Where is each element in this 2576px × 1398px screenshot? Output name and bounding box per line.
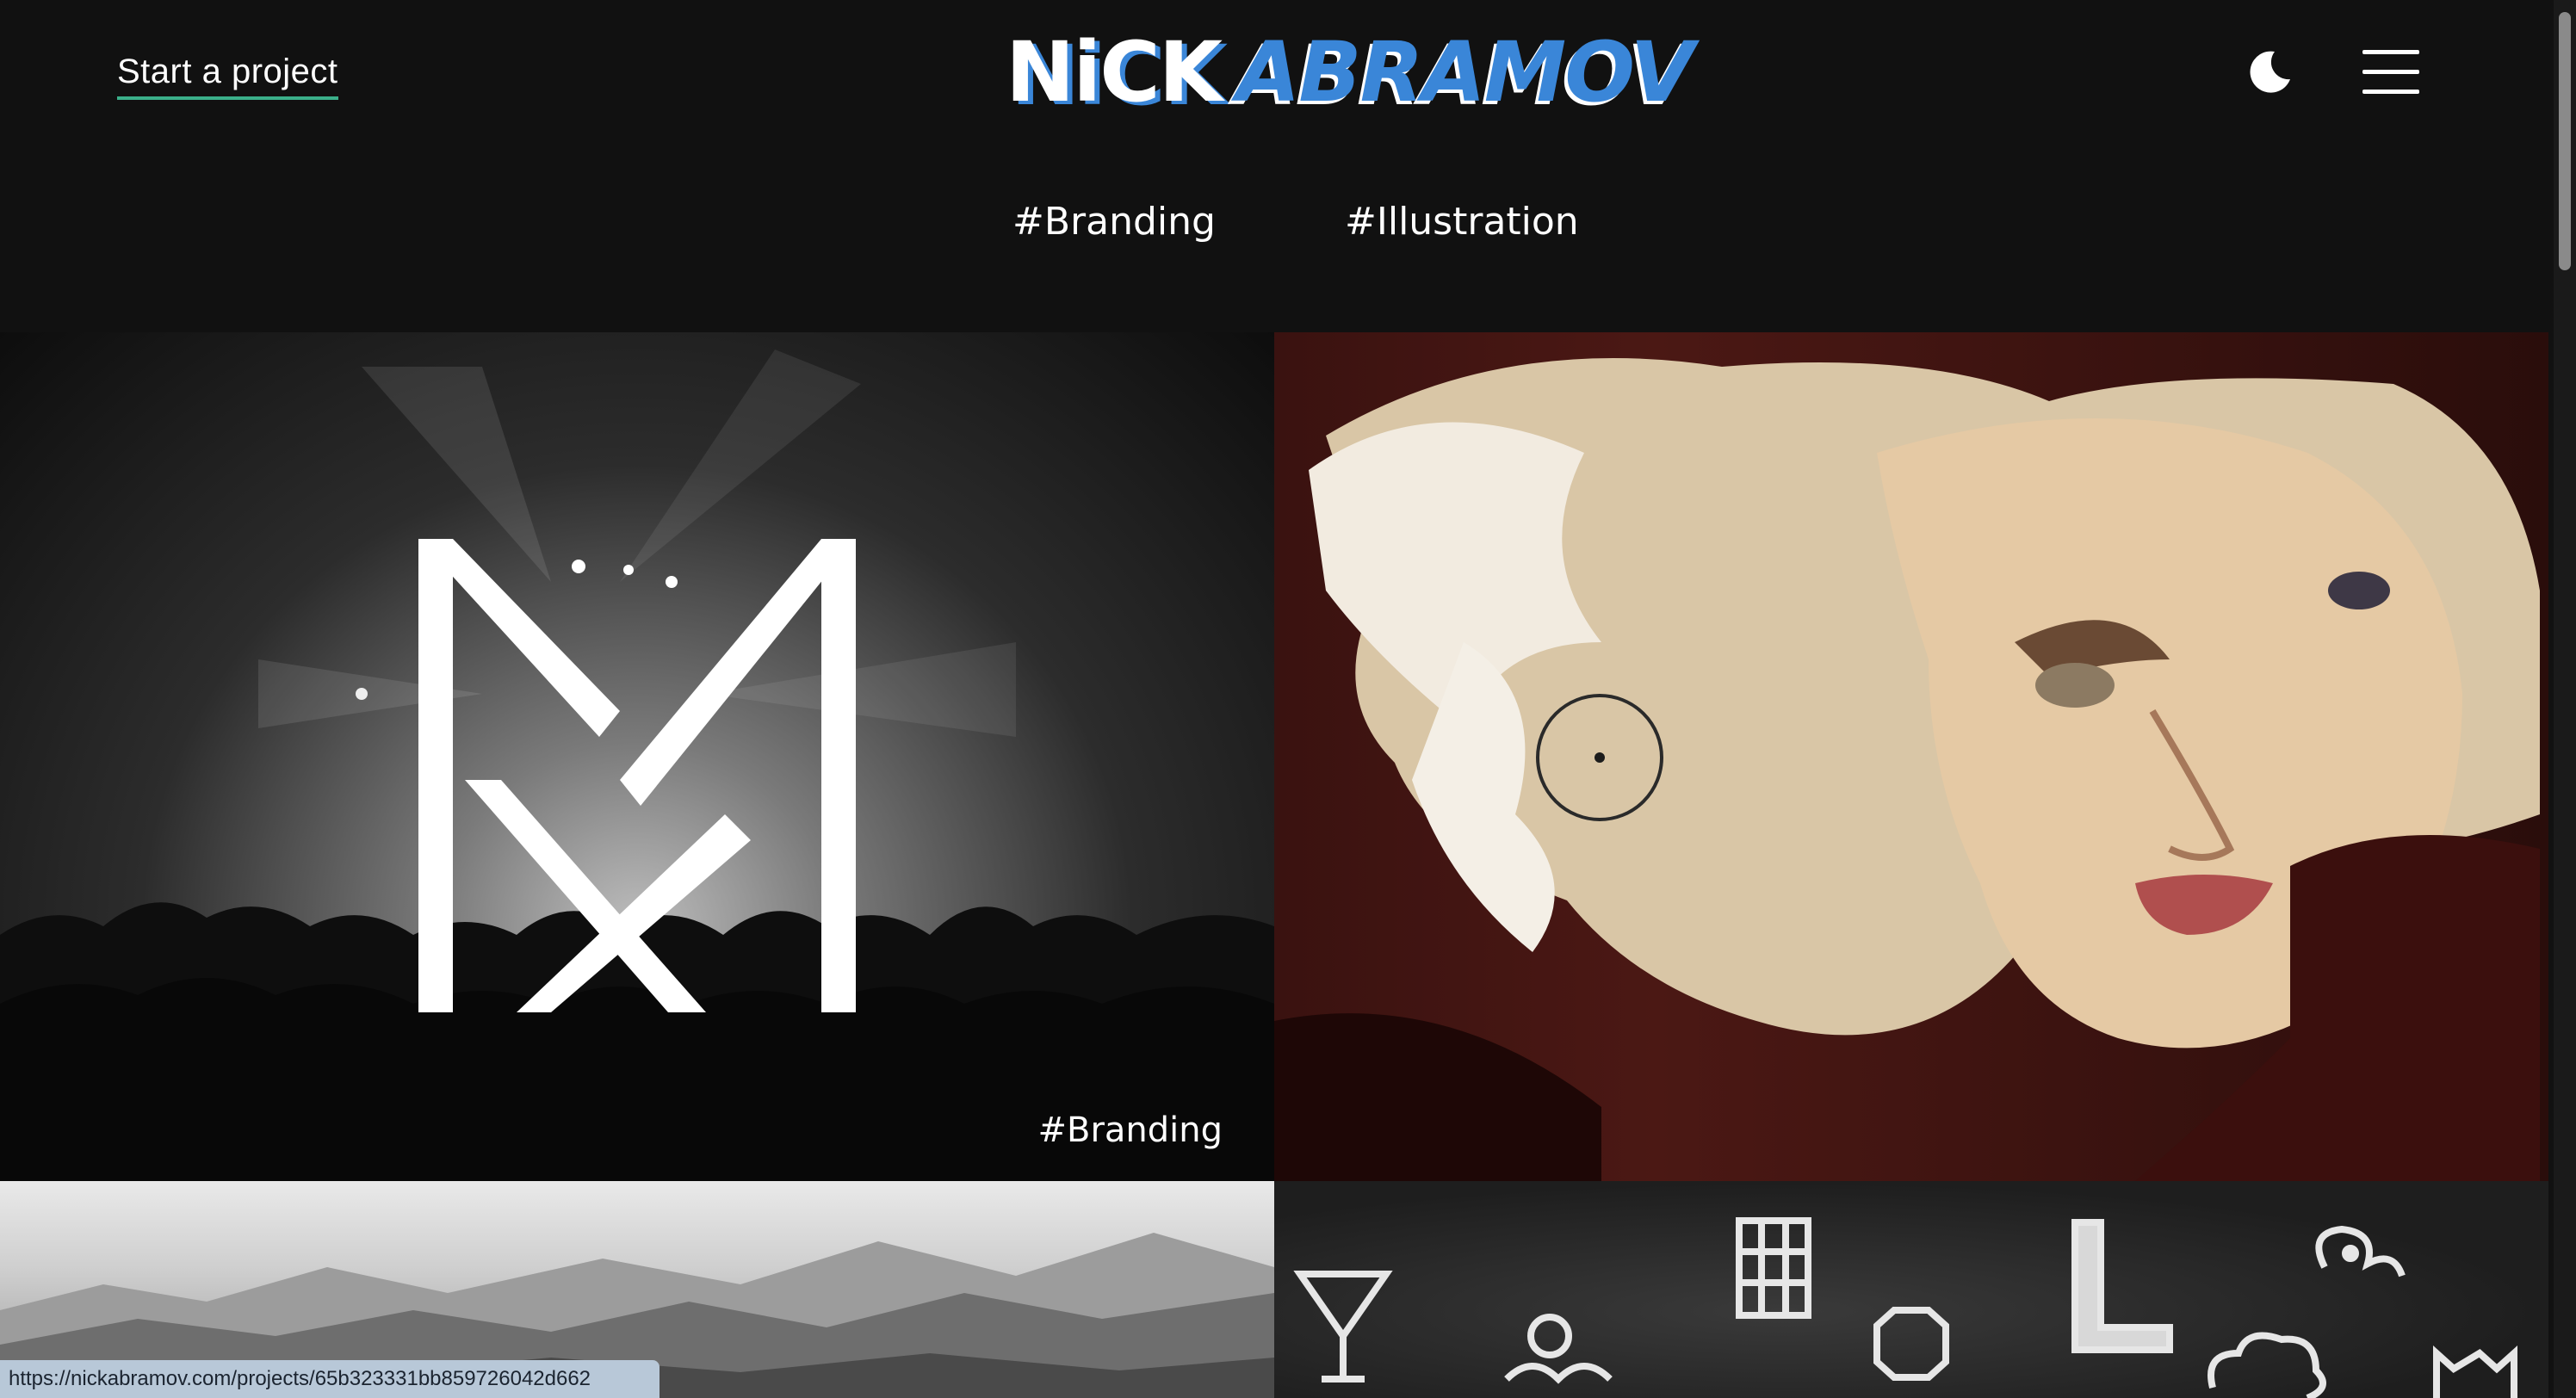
- project-tile-illustration[interactable]: [1274, 332, 2548, 1181]
- menu-bar: [2362, 90, 2419, 94]
- project-tile-branding[interactable]: #Branding: [0, 332, 1274, 1181]
- icon-collage: [1293, 1217, 2517, 1398]
- category-filters: #Branding #Illustration: [0, 195, 2554, 255]
- status-bar-url: https://nickabramov.com/projects/65b3233…: [0, 1360, 659, 1398]
- moon-icon[interactable]: [2245, 48, 2294, 96]
- logo-first-name: NiCK: [1006, 24, 1223, 121]
- site-logo[interactable]: NiCK ABRAMOV: [1006, 28, 1694, 117]
- filter-branding[interactable]: #Branding: [1012, 195, 1216, 250]
- portrait-illustration: [1274, 358, 2540, 1181]
- scrollbar-thumb[interactable]: [2559, 12, 2571, 270]
- hamburger-icon[interactable]: [2362, 50, 2419, 95]
- menu-bar: [2362, 50, 2419, 54]
- tile-tag: #Branding: [1037, 1110, 1223, 1150]
- cursor-dot: [1595, 752, 1605, 763]
- site-header: Start a project NiCK ABRAMOV #Branding #I…: [0, 0, 2554, 332]
- concert-background: [0, 350, 1274, 1181]
- project-tile-icons[interactable]: [1274, 1181, 2548, 1398]
- menu-bar: [2362, 70, 2419, 74]
- page-scrollbar[interactable]: [2554, 0, 2576, 1398]
- logo-last-name: ABRAMOV: [1236, 24, 1694, 121]
- start-project-link[interactable]: Start a project: [117, 48, 338, 100]
- filter-illustration[interactable]: #Illustration: [1345, 195, 1579, 250]
